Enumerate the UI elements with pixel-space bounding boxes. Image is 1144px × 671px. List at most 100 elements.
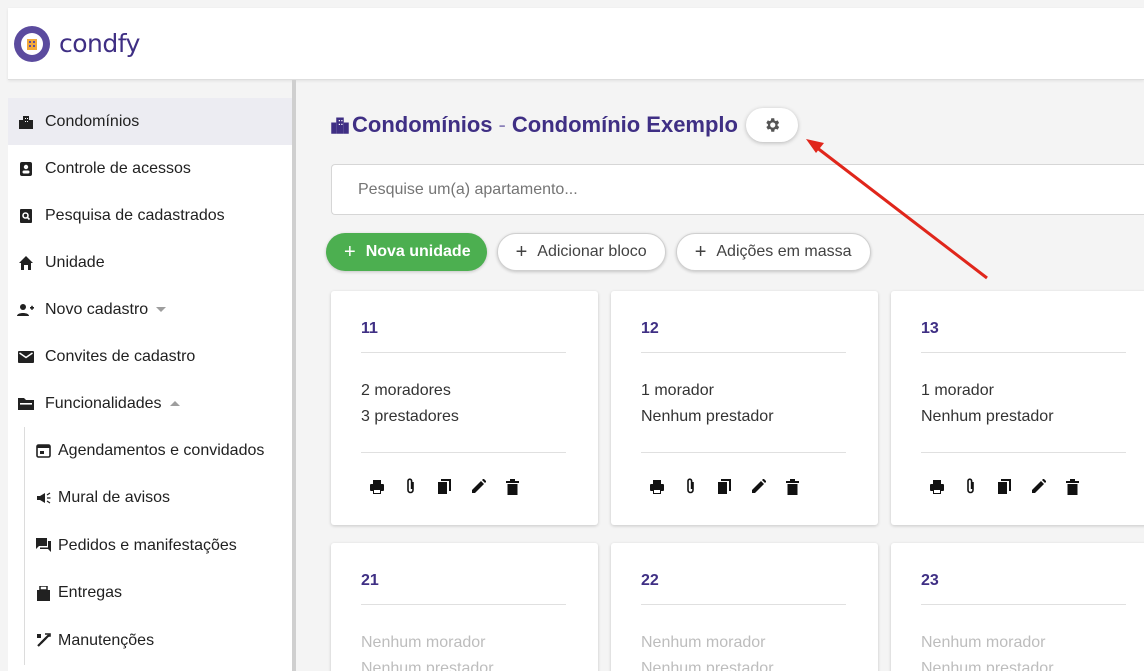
- sidebar-item-manutencoes[interactable]: Manutenções: [8, 617, 292, 665]
- add-user-icon: [17, 301, 35, 319]
- card-divider: [921, 452, 1126, 453]
- plus-icon: +: [694, 240, 707, 263]
- residents-count: 2 moradores: [361, 382, 451, 399]
- edit-icon[interactable]: [1030, 478, 1047, 495]
- sidebar-item-label: Convites de cadastro: [45, 347, 196, 365]
- brand-name[interactable]: condfy: [59, 29, 140, 58]
- badge-icon: [17, 160, 35, 178]
- tools-icon: [34, 632, 52, 650]
- copy-icon[interactable]: [436, 478, 453, 495]
- card-divider: [921, 604, 1126, 605]
- package-icon: [34, 584, 52, 602]
- mail-icon: [17, 348, 35, 366]
- residents-count: Nenhum morador: [361, 634, 486, 651]
- sidebar-item-pedidos[interactable]: Pedidos e manifestações: [8, 522, 292, 570]
- print-icon[interactable]: [648, 478, 665, 495]
- sidebar-item-pesquisa-de-cadastrados[interactable]: Pesquisa de cadastrados: [8, 192, 292, 239]
- submenu-divider: [24, 427, 25, 665]
- card-divider: [361, 352, 566, 353]
- attachment-icon[interactable]: [402, 478, 419, 495]
- delete-icon[interactable]: [1064, 478, 1081, 495]
- sidebar-divider: [292, 80, 296, 671]
- sidebar-item-label: Funcionalidades: [45, 394, 162, 412]
- folder-icon: [17, 395, 35, 413]
- condfy-logo-icon[interactable]: [14, 25, 50, 62]
- sidebar-item-controle-de-acessos[interactable]: Controle de acessos: [8, 145, 292, 192]
- edit-icon[interactable]: [470, 478, 487, 495]
- delete-icon[interactable]: [784, 478, 801, 495]
- sidebar-item-agendamentos[interactable]: Agendamentos e convidados: [8, 427, 292, 475]
- unit-number: 22: [641, 572, 659, 589]
- chevron-up-icon: [169, 401, 180, 406]
- search-bar: [331, 164, 1144, 215]
- sidebar-item-novo-cadastro[interactable]: Novo cadastro: [8, 286, 292, 333]
- sidebar-item-unidade[interactable]: Unidade: [8, 239, 292, 286]
- card-divider: [641, 604, 846, 605]
- top-app-bar: condfy: [8, 8, 1144, 80]
- card-divider: [921, 352, 1126, 353]
- unit-card[interactable]: 21 Nenhum morador Nenhum prestador: [331, 543, 598, 671]
- copy-icon[interactable]: [996, 478, 1013, 495]
- search-input[interactable]: [358, 180, 1144, 199]
- edit-icon[interactable]: [750, 478, 767, 495]
- sidebar-item-label: Novo cadastro: [45, 300, 149, 318]
- unit-number: 13: [921, 320, 939, 337]
- providers-count: 3 prestadores: [361, 408, 459, 425]
- residents-count: Nenhum morador: [921, 634, 1046, 651]
- add-block-button[interactable]: + Adicionar bloco: [496, 233, 666, 271]
- plus-icon: +: [344, 240, 356, 263]
- new-unit-button[interactable]: + Nova unidade: [326, 233, 487, 271]
- providers-count: Nenhum prestador: [921, 408, 1054, 425]
- unit-card[interactable]: 23 Nenhum morador Nenhum prestador: [891, 543, 1144, 671]
- bulk-add-label: Adições em massa: [716, 243, 852, 260]
- unit-number: 21: [361, 572, 379, 589]
- attachment-icon[interactable]: [962, 478, 979, 495]
- print-icon[interactable]: [368, 478, 385, 495]
- new-unit-label: Nova unidade: [365, 243, 471, 260]
- action-bar: + Nova unidade + Adicionar bloco + Adiçõ…: [326, 233, 881, 271]
- funcionalidades-submenu: Agendamentos e convidados Mural de aviso…: [8, 427, 292, 665]
- card-divider: [641, 452, 846, 453]
- gear-icon: [763, 116, 781, 134]
- unit-number: 11: [361, 320, 378, 337]
- delete-icon[interactable]: [504, 478, 521, 495]
- attachment-icon[interactable]: [682, 478, 699, 495]
- bulk-add-button[interactable]: + Adições em massa: [675, 233, 871, 271]
- card-divider: [361, 604, 566, 605]
- page-header: Condomínios - Condomínio Exemplo: [330, 107, 798, 143]
- plus-icon: +: [515, 240, 528, 263]
- add-block-label: Adicionar bloco: [537, 243, 647, 260]
- chat-icon: [34, 537, 52, 555]
- unit-card[interactable]: 22 Nenhum morador Nenhum prestador: [611, 543, 878, 671]
- condominium-name: Condomínio Exemplo: [511, 112, 738, 137]
- page-title: Condomínios: [352, 112, 493, 137]
- unit-card[interactable]: 11 2 moradores 3 prestadores: [331, 291, 598, 525]
- sidebar-item-entregas[interactable]: Entregas: [8, 570, 292, 618]
- sidebar-item-funcionalidades[interactable]: Funcionalidades: [8, 380, 292, 427]
- providers-count: Nenhum prestador: [641, 408, 774, 425]
- sidebar-item-label: Pedidos e manifestações: [58, 536, 237, 554]
- unit-card[interactable]: 12 1 morador Nenhum prestador: [611, 291, 878, 525]
- copy-icon[interactable]: [716, 478, 733, 495]
- sidebar-item-mural-de-avisos[interactable]: Mural de avisos: [8, 475, 292, 523]
- card-divider: [641, 352, 846, 353]
- card-actions: [928, 478, 1098, 495]
- settings-button[interactable]: [746, 108, 798, 142]
- residents-count: 1 morador: [921, 382, 994, 399]
- sidebar-item-label: Manutenções: [58, 631, 155, 649]
- card-divider: [361, 452, 566, 453]
- sidebar-item-convites-de-cadastro[interactable]: Convites de cadastro: [8, 333, 292, 380]
- chevron-down-icon: [156, 307, 167, 312]
- card-actions: [368, 478, 538, 495]
- building-icon: [17, 113, 35, 131]
- print-icon[interactable]: [928, 478, 945, 495]
- providers-count: Nenhum prestador: [361, 660, 494, 671]
- residents-count: 1 morador: [641, 382, 714, 399]
- unit-number: 12: [641, 320, 659, 337]
- sidebar-item-label: Mural de avisos: [58, 489, 171, 507]
- unit-card[interactable]: 13 1 morador Nenhum prestador: [891, 291, 1144, 525]
- home-icon: [17, 254, 35, 272]
- card-actions: [648, 478, 818, 495]
- sidebar-item-condominios[interactable]: Condomínios: [8, 98, 292, 145]
- sidebar-item-label: Agendamentos e convidados: [58, 441, 265, 459]
